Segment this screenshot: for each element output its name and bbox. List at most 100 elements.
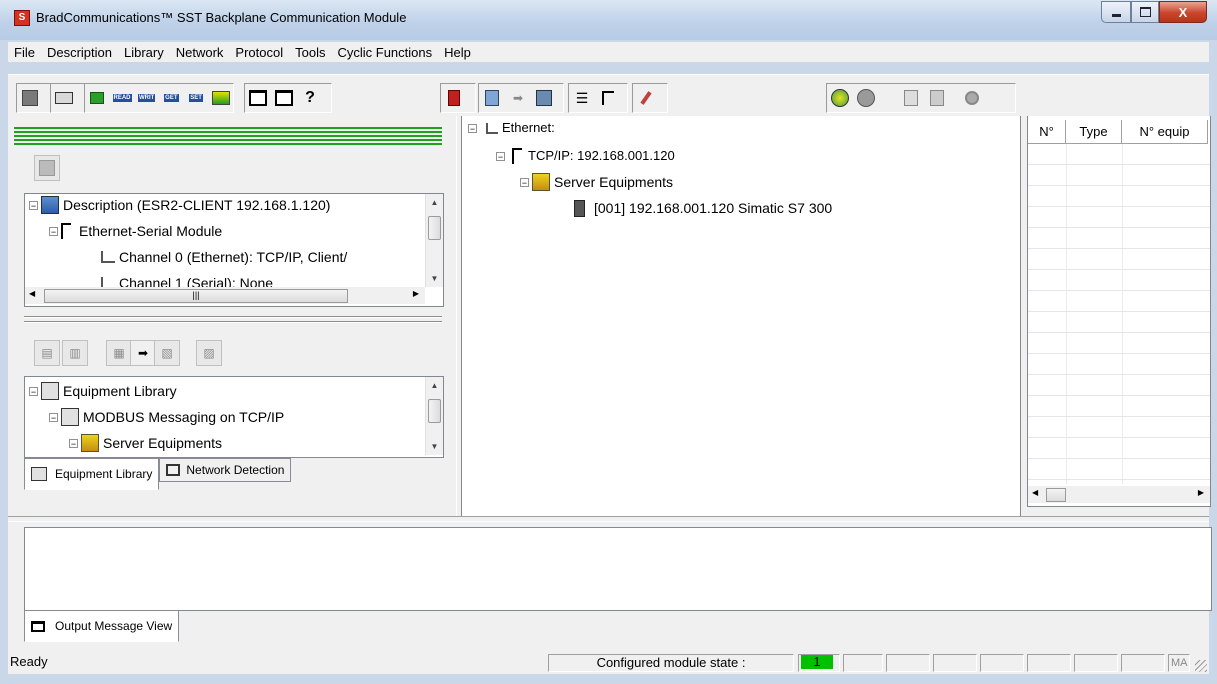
grid-row[interactable] — [1028, 228, 1210, 249]
scroll-thumb[interactable] — [428, 399, 441, 423]
grid-row[interactable] — [1028, 207, 1210, 228]
grid-row[interactable] — [1028, 249, 1210, 270]
toolbar-group-view: ? — [244, 83, 332, 113]
splitter[interactable] — [24, 316, 442, 319]
scroll-down-icon[interactable]: ▼ — [426, 438, 443, 455]
grid-row[interactable] — [1028, 375, 1210, 396]
tab-network-detection[interactable]: Network Detection — [159, 458, 292, 482]
description-tree-vscroll[interactable]: ▲ ▼ — [425, 194, 443, 287]
grid-row[interactable] — [1028, 459, 1210, 480]
description-tree-hscroll[interactable]: ◀ ||| ▶ — [25, 287, 425, 304]
scroll-up-icon[interactable]: ▲ — [426, 194, 443, 211]
get-button[interactable]: GET — [160, 86, 183, 110]
grid-row[interactable] — [1028, 396, 1210, 417]
library-tree-vscroll[interactable]: ▲ ▼ — [425, 377, 443, 455]
grid-row[interactable] — [1028, 333, 1210, 354]
close-button[interactable]: X — [1159, 1, 1207, 23]
flag-button[interactable] — [86, 86, 109, 110]
help-button[interactable]: ? — [298, 86, 322, 110]
horizontal-splitter[interactable] — [8, 516, 1209, 522]
transfer-arrow-button[interactable]: ➡ — [506, 86, 530, 110]
grid-row[interactable] — [1028, 312, 1210, 333]
tree-node-equipment-library[interactable]: − Equipment Library — [29, 382, 177, 400]
menu-library[interactable]: Library — [118, 45, 170, 60]
read-button[interactable]: READ — [111, 86, 134, 110]
app-icon[interactable]: S — [14, 10, 30, 26]
cyclic-stop-button[interactable] — [854, 86, 878, 110]
menu-help[interactable]: Help — [438, 45, 477, 60]
set-button[interactable]: SET — [185, 86, 208, 110]
grid-row[interactable] — [1028, 354, 1210, 375]
tab-equipment-library[interactable]: Equipment Library — [24, 458, 160, 490]
menu-cyclic-functions[interactable]: Cyclic Functions — [331, 45, 438, 60]
minimize-button[interactable] — [1101, 1, 1131, 23]
splitter-2[interactable] — [24, 321, 442, 324]
diagnostic-button[interactable] — [209, 86, 232, 110]
tree-node-module[interactable]: − Ethernet-Serial Module — [49, 222, 222, 240]
scroll-thumb-h[interactable]: ||| — [44, 289, 348, 303]
grid-row[interactable] — [1028, 144, 1210, 165]
resize-grip-icon[interactable] — [1195, 660, 1207, 672]
view-button-1[interactable] — [246, 86, 270, 110]
tree-node-channel0[interactable]: Channel 0 (Ethernet): TCP/IP, Client/ — [101, 248, 347, 266]
view-button-2[interactable] — [272, 86, 296, 110]
tree-node-tcpip[interactable]: − TCP/IP: 192.168.001.120 — [496, 147, 675, 165]
grid-row[interactable] — [1028, 291, 1210, 312]
scroll-left-icon[interactable]: ◀ — [1032, 488, 1038, 497]
edit-button[interactable] — [634, 86, 658, 110]
toolbar-group-print — [50, 83, 86, 113]
scroll-up-icon[interactable]: ▲ — [426, 377, 443, 394]
menu-protocol[interactable]: Protocol — [229, 45, 289, 60]
description-action-button[interactable] — [34, 155, 60, 181]
scroll-right-icon[interactable]: ▶ — [1198, 488, 1204, 497]
grid-row[interactable] — [1028, 165, 1210, 186]
write-button[interactable]: WRIT — [135, 86, 158, 110]
grid-row[interactable] — [1028, 438, 1210, 459]
cyclic-start-button[interactable] — [828, 86, 852, 110]
scroll-thumb[interactable] — [428, 216, 441, 240]
tree-node-description[interactable]: − Description (ESR2-CLIENT 192.168.1.120… — [29, 196, 330, 214]
tree-node-network-server-equipments[interactable]: − Server Equipments — [520, 173, 673, 191]
tab-output-message-view[interactable]: Output Message View — [24, 610, 180, 642]
grid-row[interactable] — [1028, 270, 1210, 291]
library-button-2[interactable]: ▥ — [62, 340, 88, 366]
scroll-right-icon[interactable]: ▶ — [413, 289, 419, 298]
library-add-button[interactable]: ➡ — [130, 340, 156, 366]
list-button[interactable]: ☰ — [570, 86, 594, 110]
settings-button[interactable] — [960, 86, 984, 110]
grid-column-number[interactable]: N° — [1028, 120, 1066, 144]
scroll-down-icon[interactable]: ▼ — [426, 270, 443, 287]
grid-column-equip[interactable]: N° equip — [1122, 120, 1208, 144]
print-button[interactable] — [52, 86, 76, 110]
scroll-left-icon[interactable]: ◀ — [29, 289, 35, 298]
output-message-area[interactable] — [24, 527, 1212, 611]
library-button-1[interactable]: ▤ — [34, 340, 60, 366]
menu-file[interactable]: File — [8, 45, 41, 60]
maximize-button[interactable] — [1131, 1, 1159, 23]
delete-button[interactable] — [442, 86, 466, 110]
tree-node-server-equipments[interactable]: − Server Equipments — [69, 434, 222, 452]
grid-hscroll[interactable]: ◀ ▶ — [1028, 486, 1210, 503]
copy-button[interactable] — [899, 86, 923, 110]
tree-node-modbus[interactable]: − MODBUS Messaging on TCP/IP — [49, 408, 284, 426]
paste-button[interactable] — [925, 86, 949, 110]
menu-description[interactable]: Description — [41, 45, 118, 60]
library-icon — [61, 408, 79, 426]
grid-row[interactable] — [1028, 186, 1210, 207]
gear-icon — [965, 91, 979, 105]
tree-node-equipment-001[interactable]: [001] 192.168.001.120 Simatic S7 300 — [574, 199, 832, 217]
menu-network[interactable]: Network — [170, 45, 230, 60]
grid-row[interactable] — [1028, 417, 1210, 438]
tree-node-ethernet[interactable]: − Ethernet: — [468, 119, 555, 137]
library-button-3[interactable]: ▦ — [106, 340, 132, 366]
save-button[interactable] — [18, 86, 42, 110]
menu-tools[interactable]: Tools — [289, 45, 331, 60]
library-icon — [31, 467, 47, 481]
library-button-5[interactable]: ▧ — [154, 340, 180, 366]
grid-column-type[interactable]: Type — [1066, 120, 1122, 144]
download-button[interactable] — [480, 86, 504, 110]
library-button-6[interactable]: ▨ — [196, 340, 222, 366]
upload-button[interactable] — [532, 86, 556, 110]
network-button[interactable] — [596, 86, 620, 110]
scroll-thumb-h[interactable] — [1046, 488, 1066, 502]
